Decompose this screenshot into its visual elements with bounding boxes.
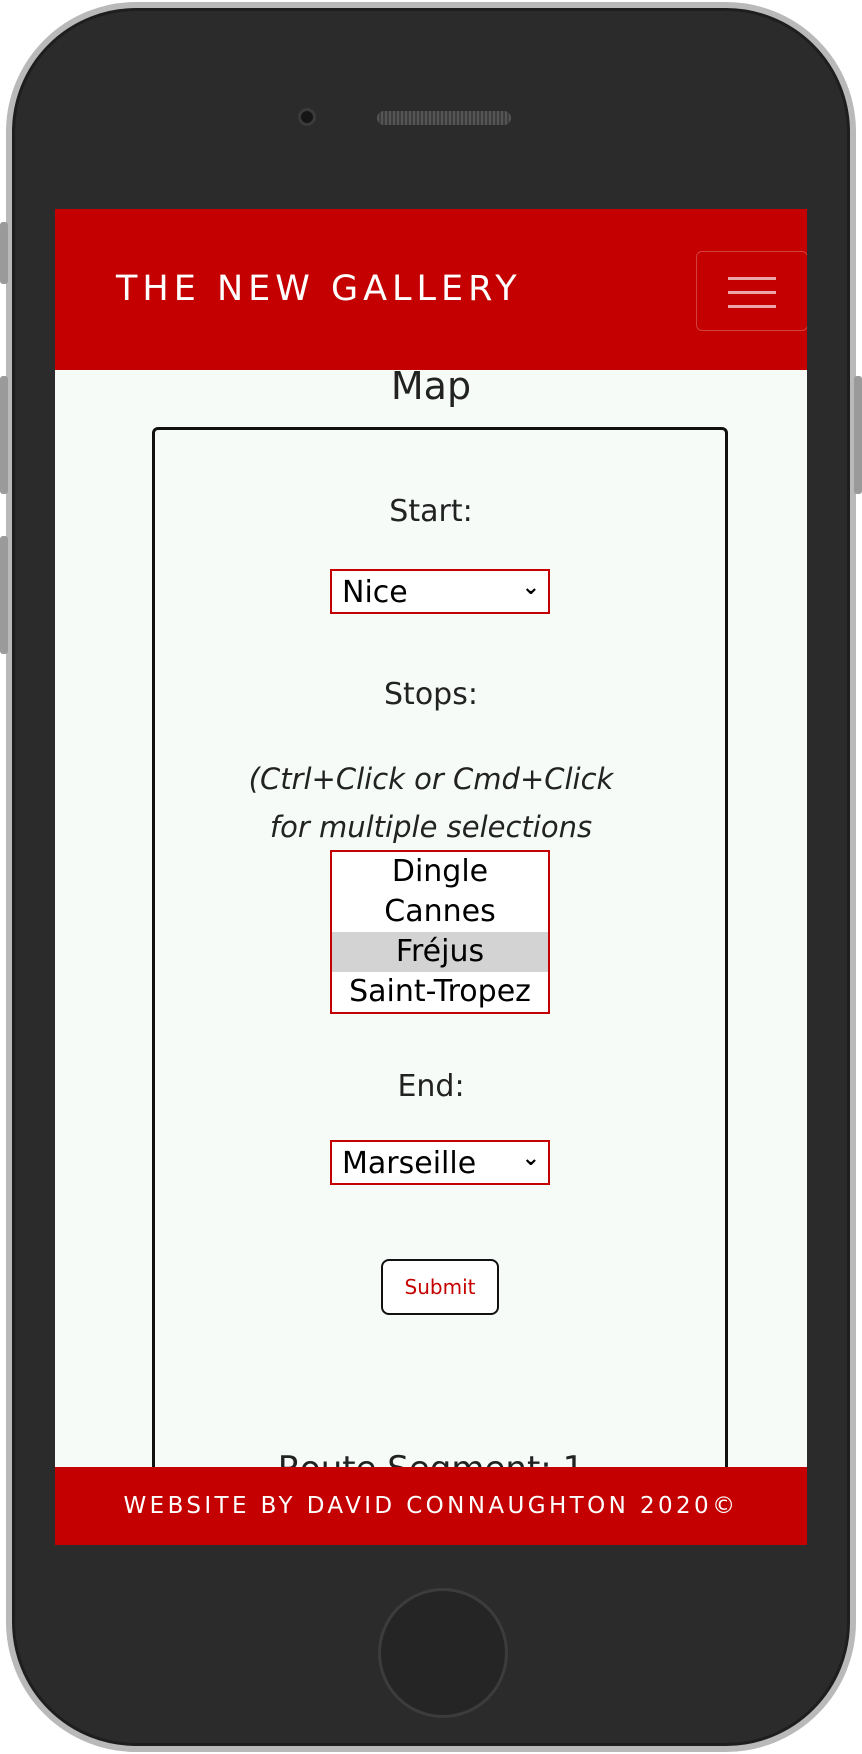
end-select[interactable]: Marseille ⌄	[330, 1140, 550, 1185]
submit-button[interactable]: Submit	[381, 1259, 499, 1315]
start-label: Start:	[389, 494, 473, 529]
front-camera	[298, 108, 316, 126]
chevron-down-icon: ⌄	[521, 1146, 540, 1171]
chevron-down-icon: ⌄	[521, 575, 540, 600]
volume-up-button	[0, 376, 8, 494]
page-title: Map	[390, 364, 472, 408]
stops-option-frejus[interactable]: Fréjus	[332, 932, 548, 972]
site-brand[interactable]: THE NEW GALLERY	[116, 269, 522, 309]
stops-label: Stops:	[384, 677, 478, 712]
mute-switch	[0, 222, 8, 284]
site-footer: WEBSITE BY DAVID CONNAUGHTON 2020©	[55, 1467, 807, 1545]
power-button	[854, 376, 862, 494]
stops-multi-select[interactable]: Dingle Cannes Fréjus Saint-Tropez	[330, 850, 550, 1014]
stops-option-saint-tropez[interactable]: Saint-Tropez	[332, 972, 548, 1012]
navbar-toggle-button[interactable]	[696, 251, 807, 331]
home-button[interactable]	[378, 1588, 508, 1718]
top-navbar: THE NEW GALLERY	[55, 209, 807, 370]
earpiece-speaker	[377, 111, 511, 125]
end-select-value: Marseille	[342, 1146, 477, 1181]
stops-option-dingle[interactable]: Dingle	[332, 852, 548, 892]
phone-screen: THE NEW GALLERY Map Start: Nice ⌄ Stops:…	[55, 209, 807, 1545]
stops-hint: (Ctrl+Click or Cmd+Click for multiple se…	[248, 762, 614, 844]
end-label: End:	[397, 1069, 465, 1104]
stops-option-cannes[interactable]: Cannes	[332, 892, 548, 932]
start-select-value: Nice	[342, 575, 408, 610]
volume-down-button	[0, 536, 8, 654]
start-select[interactable]: Nice ⌄	[330, 569, 550, 614]
